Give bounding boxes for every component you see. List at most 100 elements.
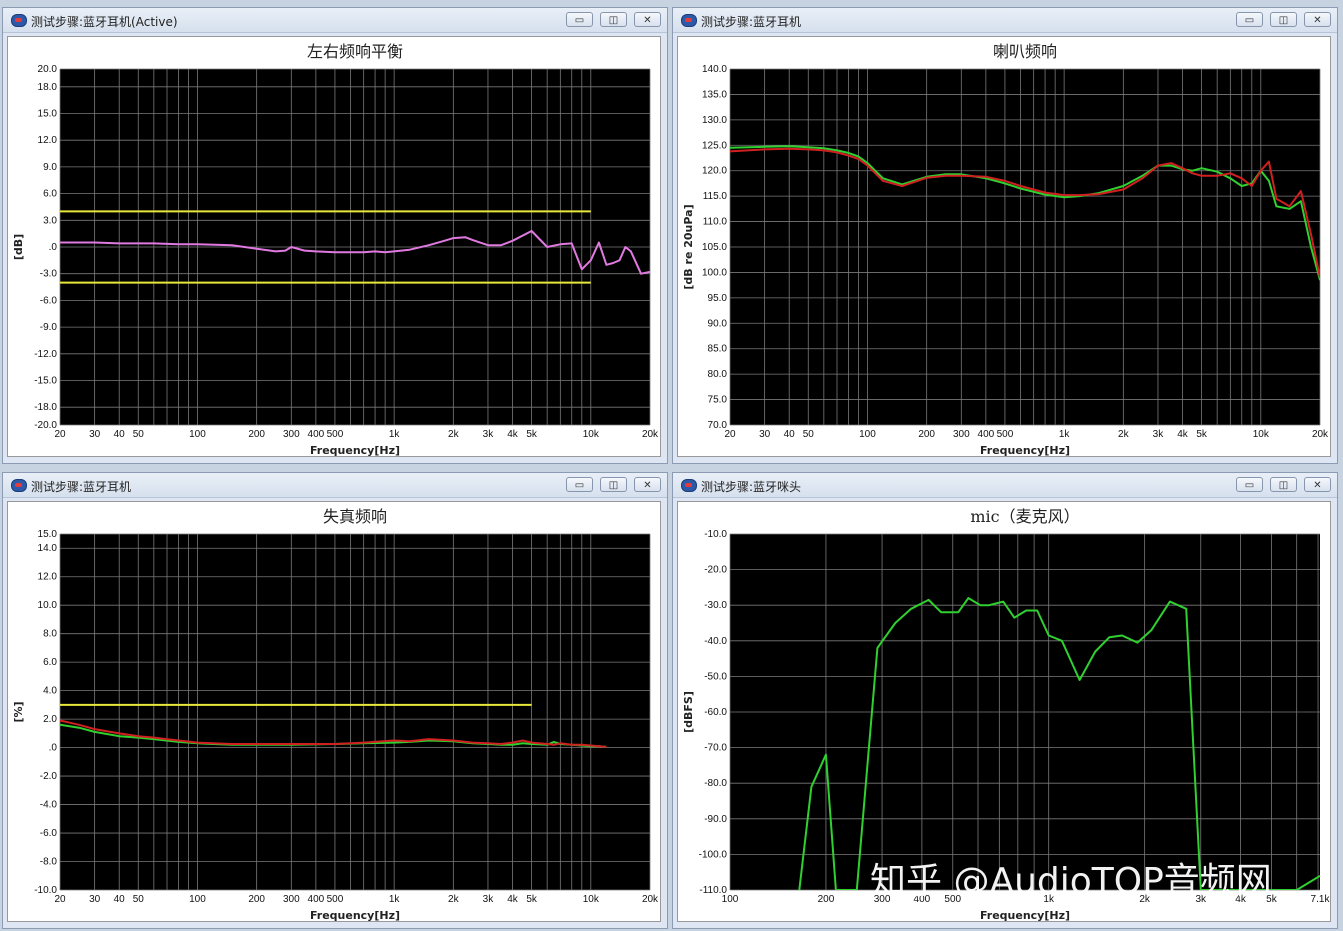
x-tick-label: 5k	[526, 429, 538, 440]
x-tick-label: 40	[114, 429, 126, 440]
x-tick-label: 400	[308, 894, 325, 905]
x-tick-label: 2k	[448, 429, 460, 440]
x-tick-label: 100	[189, 894, 206, 905]
y-tick-label: -50.0	[704, 671, 727, 682]
x-tick-label: 1k	[389, 894, 401, 905]
x-tick-label: 3k	[483, 894, 495, 905]
x-tick-label: 300	[283, 429, 300, 440]
x-tick-label: 400	[308, 429, 325, 440]
x-tick-label: 7.1k	[1311, 894, 1331, 905]
x-tick-label: 30	[89, 429, 101, 440]
minimize-button[interactable]: ▭	[566, 12, 593, 27]
x-tick-label: 2k	[448, 894, 460, 905]
window-titlebar[interactable]: 测试步骤:蓝牙耳机 ▭ ◫ ✕	[3, 473, 667, 498]
x-tick-label: 20k	[642, 429, 659, 440]
window-title: 测试步骤:蓝牙耳机	[31, 480, 132, 494]
y-tick-label: -18.0	[34, 402, 57, 413]
chart-title: 失真频响	[323, 507, 387, 526]
x-tick-label: 40	[784, 429, 796, 440]
close-button[interactable]: ✕	[634, 12, 661, 27]
y-tick-label: -15.0	[34, 376, 57, 387]
chart-title: 左右频响平衡	[307, 42, 403, 61]
x-tick-label: 20	[724, 429, 736, 440]
window-titlebar[interactable]: 测试步骤:蓝牙咪头 ▭ ◫ ✕	[673, 473, 1337, 498]
chart-panel: 左右频响平衡 20.0 18.0 15.0 12.0 9.0 6.0 3.0 .0 -3.0 -6.…	[7, 36, 661, 457]
y-tick-label: 105.0	[702, 242, 727, 253]
y-tick-label: -20.0	[704, 565, 727, 576]
minimize-button[interactable]: ▭	[1236, 477, 1263, 492]
y-tick-label: 20.0	[38, 64, 58, 75]
x-tick-label: 20k	[1312, 429, 1329, 440]
y-tick-label: 15.0	[38, 529, 58, 540]
x-axis-label: Frequency[Hz]	[310, 444, 400, 457]
y-tick-label: 135.0	[702, 89, 727, 100]
x-tick-label: 300	[953, 429, 970, 440]
y-tick-label: 75.0	[708, 395, 728, 406]
x-tick-label: 200	[248, 429, 265, 440]
chart-title: 喇叭频响	[993, 42, 1057, 61]
x-tick-label: 200	[248, 894, 265, 905]
y-tick-label: 100.0	[702, 267, 727, 278]
x-tick-label: 400	[978, 429, 995, 440]
close-button[interactable]: ✕	[1304, 477, 1331, 492]
close-button[interactable]: ✕	[1304, 12, 1331, 27]
app-logo-icon	[11, 479, 27, 492]
window-title: 测试步骤:蓝牙耳机(Active)	[31, 15, 178, 29]
y-tick-label: -80.0	[704, 778, 727, 789]
restore-button[interactable]: ◫	[600, 477, 627, 492]
x-tick-label: 30	[89, 894, 101, 905]
y-tick-label: -10.0	[704, 529, 727, 540]
y-axis-label: [dBFS]	[682, 691, 695, 733]
x-tick-label: 500	[997, 429, 1014, 440]
restore-button[interactable]: ◫	[1270, 477, 1297, 492]
window-titlebar[interactable]: 测试步骤:蓝牙耳机 ▭ ◫ ✕	[673, 8, 1337, 33]
y-tick-label: -90.0	[704, 814, 727, 825]
app-logo-icon	[681, 479, 697, 492]
x-tick-label: 10k	[583, 429, 600, 440]
chart-distortion: 失真频响 15.0 14.0 12.0 10.0 8.0 6.0 4.0 2.0 .0 -2.0 -4…	[12, 507, 659, 922]
minimize-button[interactable]: ▭	[566, 477, 593, 492]
y-tick-label: 6.0	[43, 657, 57, 668]
x-tick-label: 20	[54, 429, 66, 440]
x-axis-label: Frequency[Hz]	[310, 909, 400, 922]
y-tick-label: 110.0	[703, 217, 728, 228]
x-tick-label: 10k	[583, 894, 600, 905]
y-tick-label: 4.0	[43, 686, 57, 697]
y-tick-label: 8.0	[43, 629, 57, 640]
x-tick-label: 300	[283, 894, 300, 905]
y-tick-label: 9.0	[43, 162, 57, 173]
watermark: 知乎 @AudioTOP音频网	[870, 861, 1272, 902]
y-tick-label: 18.0	[38, 82, 58, 93]
y-tick-label: -70.0	[704, 743, 727, 754]
close-button[interactable]: ✕	[634, 477, 661, 492]
x-tick-label: 50	[803, 429, 815, 440]
x-tick-label: 50	[133, 894, 145, 905]
x-tick-label: 5k	[526, 894, 538, 905]
restore-button[interactable]: ◫	[600, 12, 627, 27]
window-titlebar[interactable]: 测试步骤:蓝牙耳机(Active) ▭ ◫ ✕	[3, 8, 667, 33]
x-tick-label: 3k	[1153, 429, 1165, 440]
restore-button[interactable]: ◫	[1270, 12, 1297, 27]
y-tick-label: 14.0	[38, 543, 58, 554]
x-tick-label: 1k	[389, 429, 401, 440]
x-tick-label: 5k	[1196, 429, 1208, 440]
minimize-button[interactable]: ▭	[1236, 12, 1263, 27]
y-tick-label: 12.0	[38, 572, 58, 583]
y-tick-label: 12.0	[38, 135, 58, 146]
chart-title: mic（麦克风）	[970, 507, 1079, 526]
y-axis-label: [%]	[12, 701, 25, 722]
x-tick-label: 100	[189, 429, 206, 440]
x-tick-label: 200	[818, 894, 835, 905]
y-tick-label: 10.0	[38, 600, 58, 611]
y-tick-label: -30.0	[704, 600, 727, 611]
y-tick-label: .0	[49, 242, 58, 253]
y-tick-label: 6.0	[43, 189, 57, 200]
y-tick-label: 85.0	[708, 344, 728, 355]
y-tick-label: -6.0	[40, 295, 58, 306]
x-tick-label: 3k	[483, 429, 495, 440]
window-speaker-response: 测试步骤:蓝牙耳机 ▭ ◫ ✕ 喇叭频响 140.0 135.0 130.0 125.0…	[672, 7, 1338, 464]
y-tick-label: -60.0	[704, 707, 727, 718]
y-tick-label: 120.0	[702, 166, 727, 177]
y-tick-label: 80.0	[708, 369, 728, 380]
x-tick-label: 2k	[1118, 429, 1130, 440]
